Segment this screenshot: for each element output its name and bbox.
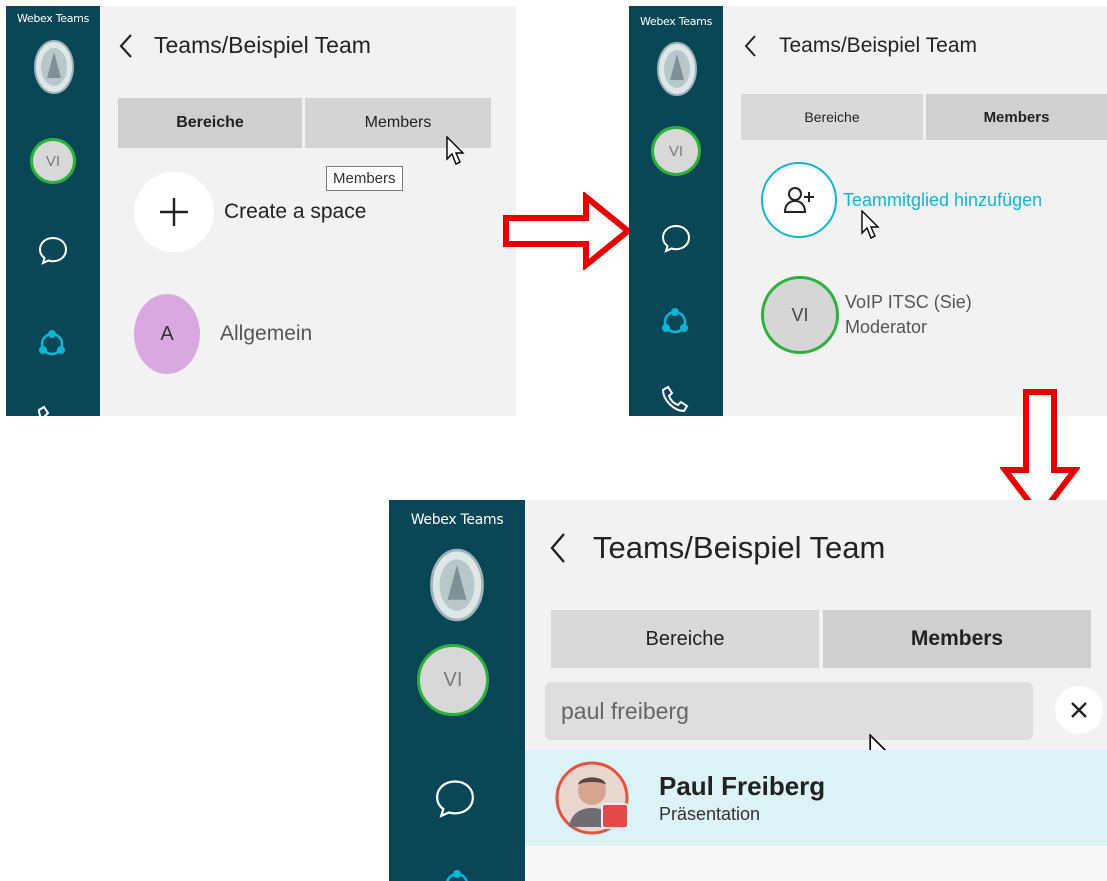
add-member-label[interactable]: Teammitglied hinzufügen [843, 190, 1042, 211]
messaging-icon[interactable] [660, 222, 692, 254]
user-avatar[interactable]: VI [651, 126, 701, 176]
flow-arrow-right-icon [503, 192, 633, 270]
messaging-icon[interactable] [433, 776, 477, 820]
teams-icon[interactable] [659, 306, 691, 338]
result-info: Paul Freiberg Präsentation [659, 771, 825, 825]
mouse-cursor-icon [861, 210, 880, 239]
space-avatar: A [134, 294, 200, 374]
back-chevron-icon[interactable] [118, 33, 134, 59]
tab-spaces[interactable]: Bereiche [741, 94, 923, 140]
back-chevron-icon[interactable] [743, 34, 757, 58]
result-name: Paul Freiberg [659, 771, 826, 801]
result-avatar-wrapper [555, 761, 629, 835]
sidebar: Webex Teams VI [6, 6, 100, 416]
screenshot-panel-search: Webex Teams VI Teams/Beispiel Team Berei… [389, 500, 1107, 881]
screenshot-panel-members: Webex Teams VI Teams/Beispiel Team Berei… [629, 6, 1107, 416]
member-name: VoIP ITSC (Sie) [845, 292, 972, 312]
university-seal-icon [34, 40, 74, 94]
screenshot-panel-spaces: Webex Teams VI Teams/Beispiel Team Berei… [6, 6, 516, 416]
add-member-button[interactable] [761, 162, 837, 238]
close-icon [1071, 702, 1087, 718]
app-title: Webex Teams [639, 15, 713, 28]
user-avatar[interactable]: VI [30, 138, 76, 184]
sidebar: Webex Teams VI [389, 500, 525, 881]
create-space-row[interactable]: Create a space [134, 172, 366, 252]
tab-members[interactable]: Members [823, 610, 1091, 668]
page-title: Teams/Beispiel Team [779, 34, 978, 57]
university-seal-icon [657, 42, 697, 96]
space-list-item[interactable]: A Allgemein [134, 294, 312, 374]
search-input[interactable] [545, 682, 1033, 740]
search-result-row[interactable]: Paul Freiberg Präsentation [525, 750, 1107, 846]
result-status: Präsentation [659, 804, 761, 824]
presenting-status-icon [601, 803, 629, 829]
page-title: Teams/Beispiel Team [154, 32, 371, 58]
header: Teams/Beispiel Team [118, 32, 371, 59]
tab-bar: Bereiche Members [118, 98, 491, 148]
sidebar: Webex Teams VI [629, 6, 723, 416]
tab-spaces[interactable]: Bereiche [551, 610, 819, 668]
tab-spaces[interactable]: Bereiche [118, 98, 302, 148]
back-chevron-icon[interactable] [549, 532, 567, 564]
plus-icon [160, 198, 188, 226]
clear-search-button[interactable] [1055, 686, 1103, 734]
space-name: Allgemein [220, 322, 313, 345]
header: Teams/Beispiel Team [743, 34, 977, 58]
add-person-icon [783, 187, 814, 213]
member-role: Moderator [845, 317, 928, 337]
create-space-label: Create a space [224, 200, 367, 223]
teams-icon[interactable] [36, 328, 68, 360]
member-avatar: VI [761, 276, 839, 354]
teams-icon[interactable] [441, 868, 473, 881]
tab-bar: Bereiche Members [741, 94, 1107, 140]
tab-bar: Bereiche Members [551, 610, 1091, 668]
user-avatar[interactable]: VI [417, 644, 489, 716]
app-title: Webex Teams [16, 12, 90, 25]
results-list-background [525, 846, 1107, 881]
member-info: VoIP ITSC (Sie) Moderator [845, 292, 972, 338]
create-space-button[interactable] [134, 172, 214, 252]
calls-icon[interactable] [36, 404, 66, 416]
calls-icon[interactable] [660, 384, 690, 414]
messaging-icon[interactable] [37, 234, 69, 266]
tab-members[interactable]: Members [926, 94, 1107, 140]
add-member-row[interactable]: Teammitglied hinzufügen [761, 162, 1042, 238]
page-title: Teams/Beispiel Team [593, 530, 886, 565]
app-title: Webex Teams [410, 512, 504, 528]
mouse-cursor-icon [446, 136, 465, 165]
header: Teams/Beispiel Team [549, 530, 885, 566]
university-seal-icon [430, 548, 484, 622]
member-list-item[interactable]: VI VoIP ITSC (Sie) Moderator [761, 276, 972, 354]
